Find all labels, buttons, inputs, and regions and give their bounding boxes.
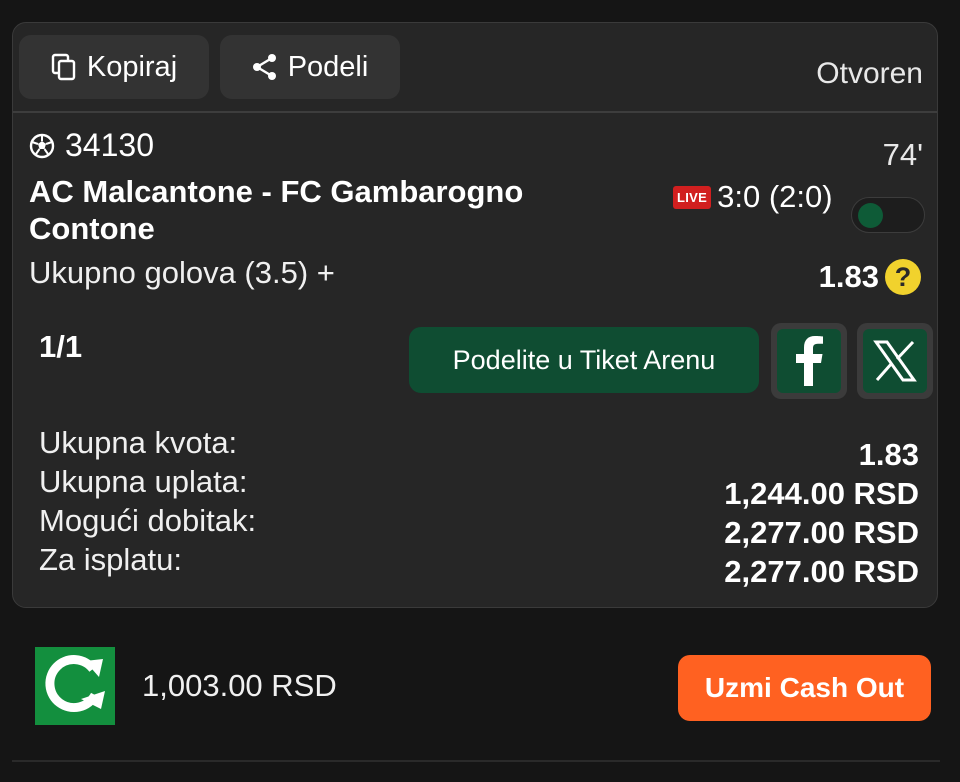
share-arena-button[interactable]: Podelite u Tiket Arenu [409,327,759,393]
match-minute: 74' [882,137,923,172]
divider [12,760,940,762]
score: 3:0 (2:0) [717,179,833,214]
event-id: 34130 [29,127,154,164]
copy-label: Kopiraj [86,50,178,83]
summary-row-total-odds: Ukupna kvota: 1.83 [39,425,919,472]
x-icon [873,340,917,382]
cashout-amount: 1,003.00 RSD [142,668,337,703]
cashout-button[interactable]: Uzmi Cash Out [678,655,931,721]
share-icon [252,54,276,80]
market-name: Ukupno golova (3.5) + [29,255,335,290]
summary-value: 1,244.00 RSD [724,476,919,511]
ticket-summary: Ukupna kvota: 1.83 Ukupna uplata: 1,244.… [39,425,919,589]
x-share-button[interactable] [857,323,933,399]
odd-value: 1.83 [818,259,879,294]
ticket-toolbar: Kopiraj Podeli Otvoren [13,23,937,113]
live-badge: LIVE [673,185,712,209]
ticket-card: Kopiraj Podeli Otvoren 34130 74' AC Malc… [12,22,938,608]
summary-label: Ukupna uplata: [39,464,248,499]
live-score: LIVE 3:0 (2:0) [673,179,833,215]
odd-block: 1.83 ? [819,259,921,295]
ticket-status: Otvoren [816,57,923,90]
copy-button[interactable]: Kopiraj [19,35,209,99]
toggle-knob [858,203,883,228]
share-button[interactable]: Podeli [220,35,400,99]
summary-label: Ukupna kvota: [39,425,238,460]
bet-toggle[interactable] [851,197,925,233]
facebook-button[interactable] [771,323,847,399]
soccer-ball-icon [29,133,55,158]
summary-label: Mogući dobitak: [39,503,257,538]
match-name: AC Malcantone - FC Gambarogno Contone [29,174,524,246]
combo-count: 1/1 [39,329,83,364]
event-id-text: 34130 [65,127,154,163]
cashout-panel: 1,003.00 RSD Uzmi Cash Out [12,628,940,748]
summary-row-stake: Ukupna uplata: 1,244.00 RSD [39,464,919,511]
summary-label: Za isplatu: [39,542,183,577]
help-icon[interactable]: ? [885,259,921,295]
summary-value: 2,277.00 RSD [724,554,919,589]
summary-value: 1.83 [858,437,919,472]
facebook-icon [796,336,823,386]
summary-value: 2,277.00 RSD [724,515,919,550]
cashout-logo-icon [35,647,115,725]
copy-icon [51,53,76,81]
share-label: Podeli [287,50,369,83]
